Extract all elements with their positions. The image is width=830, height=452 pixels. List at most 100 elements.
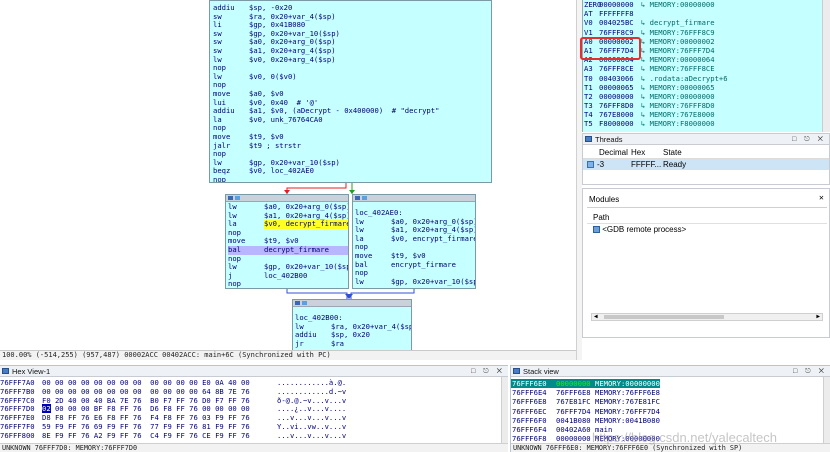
register-row[interactable]: V1 76FFF8C9 ↳ MEMORY:76FFF8C9 — [583, 28, 822, 37]
block-header — [353, 195, 475, 202]
register-value[interactable]: 004025BC — [599, 18, 641, 27]
stack-value[interactable]: 00402A60 — [556, 425, 595, 434]
basic-block-main-entry[interactable]: addiu $sp, -0x20 sw $ra, 0x20+var_4($sp) li $… — [209, 0, 492, 183]
stack-value[interactable]: 76FFF7D4 — [556, 407, 595, 416]
instruction-line[interactable]: bal encrypt_firmare — [355, 260, 475, 270]
register-value[interactable]: F8000000 — [599, 119, 641, 128]
register-value[interactable]: 00403066 — [599, 74, 641, 83]
module-row[interactable]: <GDB remote process> — [593, 225, 686, 234]
instruction-line[interactable]: lw $v0, 0($v0) — [213, 72, 491, 82]
stack-value[interactable]: 00000000 — [556, 434, 595, 443]
instruction-line[interactable]: nop — [228, 280, 348, 288]
stack-row[interactable]: 76FFF6E8 767E81FC MEMORY:767E81FC — [511, 397, 821, 406]
hex-view-panel[interactable]: Hex View-1 □ ⎋ ✕ 76FFF7A0 00 00 00 00 00 … — [0, 365, 508, 452]
instruction-line[interactable]: bal decrypt_firmare — [228, 245, 348, 255]
scroll-right-icon[interactable]: ▶ — [816, 313, 820, 320]
threads-title: Threads — [595, 135, 623, 144]
register-row[interactable]: V0 004025BC ↳ decrypt_firmare — [583, 18, 822, 27]
stack-value[interactable]: 0041B080 — [556, 416, 595, 425]
threads-panel: Threads □ ⎋ ✕ Decimal Hex State -3 FFFFF… — [582, 133, 830, 185]
stack-row[interactable]: 76FFF6E4 76FFF6E8 MEMORY:76FFF6E8 — [511, 388, 821, 397]
register-row[interactable]: T2 00000000 ↳ MEMORY:00000000 — [583, 92, 822, 101]
basic-block-encrypt-path[interactable]: loc_402AE0: lw $a0, 0x20+arg_0($sp) lw $a1,… — [352, 194, 476, 289]
register-row[interactable]: T0 00403066 ↳ .rodata:aDecrypt+6 — [583, 74, 822, 83]
register-value[interactable]: 76FFF8CE — [599, 64, 641, 73]
edge-false-branch — [286, 183, 347, 194]
stack-value[interactable]: 767E81FC — [556, 397, 595, 406]
registers-scrollbar[interactable] — [822, 0, 830, 132]
instruction-line[interactable]: lw $gp, 0x20+var_10($sp) — [355, 276, 475, 287]
register-value[interactable]: 00000000 — [599, 92, 641, 101]
basic-block-epilogue[interactable]: loc_402B00: lw $ra, 0x20+var_4($sp) addiu $… — [292, 299, 412, 350]
hex-bytes-rest: 00 00 00 BF F8 FF 76 D6 F8 FF 76 00 00 0… — [50, 404, 250, 414]
watermark: https://blog.csdn.net/yalecaltech — [592, 430, 778, 445]
instruction-line[interactable]: j loc_402B00 — [228, 271, 348, 281]
stack-desc: MEMORY:767E81FC — [595, 397, 660, 407]
graph-status-bar: 100.00% (-514,255) (957,487) 00002ACC 00… — [0, 350, 576, 360]
register-row[interactable]: T4 767E8000 ↳ MEMORY:767E8000 — [583, 110, 822, 119]
register-name: T0 — [584, 73, 593, 83]
stack-desc: MEMORY:76FFF6E8 — [595, 388, 660, 398]
register-row[interactable]: AT FFFFFFF8 — [583, 9, 822, 18]
basic-block-decrypt-path[interactable]: lw $a0, 0x20+arg_0($sp) lw $a1, 0x20+arg_4(… — [225, 194, 349, 289]
instruction-line[interactable]: jr $ra — [295, 339, 411, 349]
col-hex[interactable]: Hex — [631, 146, 645, 159]
threads-icon — [585, 136, 592, 142]
stack-value[interactable]: 76FFF6E8 — [556, 388, 595, 397]
threads-title-bar: Threads □ ⎋ ✕ — [583, 134, 829, 145]
stack-row[interactable]: 76FFF6E0 00000000 MEMORY:00000000 — [511, 379, 821, 389]
hex-cursor-byte[interactable]: 02 — [42, 404, 51, 414]
hex-address: 76FFF800 — [0, 430, 35, 440]
modules-hscrollbar[interactable]: ◀ ▶ — [591, 313, 823, 321]
register-name: T5 — [584, 119, 593, 129]
instruction-line[interactable]: la $v0, decrypt_firmare — [228, 220, 348, 229]
thread-row[interactable]: -3 FFFFF... Ready — [583, 159, 829, 170]
arrow-icon: ↳ — [641, 91, 650, 101]
register-row[interactable]: T1 00000065 ↳ MEMORY:00000065 — [583, 83, 822, 92]
col-decimal[interactable]: Decimal — [599, 146, 628, 159]
register-value[interactable]: 76FFF8D0 — [599, 101, 641, 110]
register-desc: MEMORY:00000000 — [649, 91, 715, 101]
hex-scrollbar[interactable] — [501, 377, 508, 443]
stack-value[interactable]: 00000000 — [556, 379, 595, 389]
instruction-line[interactable]: addiu $sp, 0x20 — [295, 331, 411, 340]
register-value[interactable]: 00000065 — [599, 83, 641, 92]
panel-controls[interactable]: □ ⎋ ✕ — [471, 366, 505, 377]
hex-row[interactable]: 76FFF800 8E F9 FF 76 A2 F9 FF 76 C4 F9 FF… — [0, 430, 500, 441]
general-registers-panel[interactable]: ZERO 00000000 ↳ MEMORY:00000000 AT FFFFFFF8 V… — [582, 0, 822, 132]
instruction-line[interactable]: beqz $v0, loc_402AE0 — [213, 167, 491, 176]
graph-view[interactable]: addiu $sp, -0x20 sw $ra, 0x20+var_4($sp) li $… — [0, 0, 576, 350]
stack-scrollbar[interactable] — [823, 377, 830, 443]
register-row[interactable]: ZERO 00000000 ↳ MEMORY:00000000 — [583, 0, 822, 9]
mnemonic: lw — [355, 276, 364, 286]
panel-controls[interactable]: □ ⎋ ✕ — [792, 134, 826, 145]
instruction-line[interactable]: lw $v0, 0x20+arg_4($sp) — [213, 55, 491, 65]
register-value[interactable]: FFFFFFF8 — [599, 9, 641, 18]
register-value[interactable]: 767E8000 — [599, 110, 641, 119]
hex-bytes[interactable]: 8E F9 FF 76 A2 F9 FF 76 C4 F9 FF 76 CE F… — [42, 431, 277, 441]
arrow-icon: ↳ — [641, 110, 650, 120]
col-state[interactable]: State — [663, 146, 682, 159]
register-name: T4 — [584, 110, 593, 120]
stack-row[interactable]: 76FFF6EC 76FFF7D4 MEMORY:76FFF7D4 — [511, 407, 821, 416]
panel-controls[interactable]: □ ⎋ ✕ — [793, 366, 827, 377]
register-value[interactable]: 00000000 — [599, 0, 641, 9]
register-desc: MEMORY:F8000000 — [649, 119, 715, 129]
modules-col-path[interactable]: Path — [593, 213, 609, 222]
instruction-line[interactable]: la $v0, encrypt_firmare — [355, 234, 475, 244]
register-value[interactable]: 76FFF8C9 — [599, 28, 641, 37]
instruction-line[interactable]: la $v0, unk_76764CA0 — [213, 115, 491, 125]
stack-address: 76FFF6F4 — [512, 424, 547, 434]
close-icon[interactable]: ✕ — [819, 193, 827, 203]
instruction-line[interactable]: jalr $t9 ; strstr — [213, 141, 491, 151]
instruction-line[interactable]: nop — [213, 175, 491, 182]
arrow-icon: ↳ — [641, 36, 650, 46]
scroll-left-icon[interactable]: ◀ — [594, 313, 598, 320]
register-row[interactable]: A3 76FFF8CE ↳ MEMORY:76FFF8CE — [583, 64, 822, 73]
scroll-thumb[interactable] — [604, 315, 724, 319]
register-name: ZERO — [584, 0, 602, 9]
register-row[interactable]: T3 76FFF8D0 ↳ MEMORY:76FFF8D0 — [583, 101, 822, 110]
register-row[interactable]: T5 F8000000 ↳ MEMORY:F8000000 — [583, 119, 822, 128]
hex-view-title: Hex View-1 — [12, 367, 51, 376]
stack-row[interactable]: 76FFF6F0 0041B080 MEMORY:0041B080 — [511, 416, 821, 425]
